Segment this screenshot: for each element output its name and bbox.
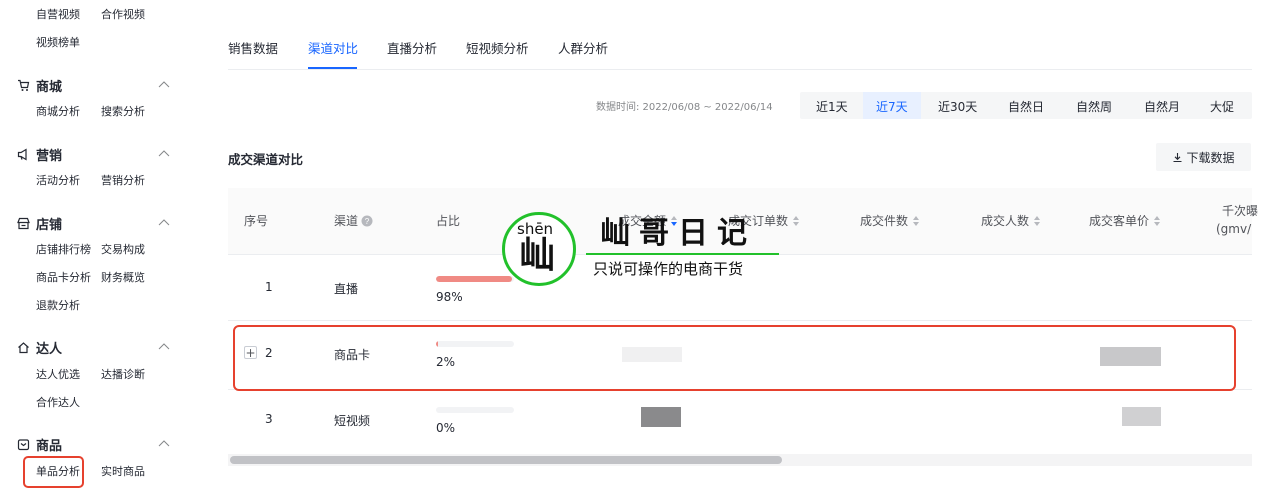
range-7-days[interactable]: 近7天	[876, 98, 908, 115]
sidebar-item-finance-overview[interactable]: 财务概览	[101, 271, 145, 285]
range-30-days[interactable]: 近30天	[938, 98, 977, 115]
sidebar-section-title: 达人	[36, 341, 63, 357]
tab-audience-analysis[interactable]: 人群分析	[558, 38, 608, 57]
range-promotion[interactable]: 大促	[1210, 98, 1234, 115]
tab-live-analysis[interactable]: 直播分析	[387, 38, 437, 57]
row-3-share: 0%	[436, 421, 456, 435]
row-3-channel: 短视频	[334, 414, 371, 428]
chevron-up-icon[interactable]	[158, 80, 170, 90]
sidebar-section-mall[interactable]: 商城	[17, 77, 63, 95]
watermark-title: 屾哥日记	[600, 216, 756, 251]
data-time-label: 数据时间: 2022/06/08 ~ 2022/06/14	[596, 102, 773, 113]
tab-channel-compare[interactable]: 渠道对比	[308, 38, 358, 57]
section-title: 成交渠道对比	[228, 152, 304, 167]
sidebar-item-self-video[interactable]: 自营视频	[36, 8, 80, 22]
watermark-underline	[586, 253, 779, 255]
chevron-up-icon[interactable]	[158, 342, 170, 352]
chevron-up-icon[interactable]	[158, 218, 170, 228]
horizontal-scrollbar-thumb[interactable]	[230, 456, 782, 464]
th-buyers[interactable]: 成交人数	[981, 212, 1041, 229]
row-3-index: 3	[265, 412, 273, 426]
chevron-up-icon[interactable]	[158, 149, 170, 159]
sidebar-item-search-analysis[interactable]: 搜索分析	[101, 105, 145, 119]
cart-icon	[17, 79, 30, 92]
sidebar: 自营视频 合作视频 视频榜单 商城 商城分析 搜索分析 营销 活动分析 营销分析…	[0, 0, 200, 494]
range-natural-week[interactable]: 自然周	[1076, 98, 1112, 115]
sort-icon	[913, 215, 920, 226]
download-data-button[interactable]: 下载数据	[1156, 143, 1251, 171]
sidebar-section-title: 商品	[36, 438, 63, 454]
row-1-share: 98%	[436, 290, 463, 304]
range-natural-month[interactable]: 自然月	[1144, 98, 1180, 115]
svg-text:?: ?	[365, 217, 370, 226]
sidebar-item-store-rank[interactable]: 店铺排行榜	[36, 243, 91, 257]
row-divider	[228, 320, 1252, 321]
sidebar-item-realtime-product[interactable]: 实时商品	[101, 465, 145, 479]
sidebar-item-live-diagnosis[interactable]: 达播诊断	[101, 368, 145, 382]
sidebar-section-title: 商城	[36, 79, 63, 95]
tab-short-video-analysis[interactable]: 短视频分析	[466, 38, 529, 57]
watermark-char: 屾	[519, 235, 556, 276]
sidebar-section-influencer[interactable]: 达人	[17, 339, 63, 357]
sidebar-item-coop-influencer[interactable]: 合作达人	[36, 396, 80, 410]
th-avg-price[interactable]: 成交客单价	[1089, 212, 1161, 229]
tab-sales-data[interactable]: 销售数据	[228, 38, 278, 57]
sidebar-section-marketing[interactable]: 营销	[17, 146, 63, 164]
sidebar-item-influencer-select[interactable]: 达人优选	[36, 368, 80, 382]
highlight-box-product-card-row	[233, 325, 1236, 391]
sort-icon	[1034, 215, 1041, 226]
th-share: 占比	[436, 214, 461, 228]
row-3-share-bar	[436, 407, 514, 413]
sidebar-item-marketing-analysis[interactable]: 营销分析	[101, 174, 145, 188]
sidebar-section-store[interactable]: 店铺	[17, 215, 63, 233]
megaphone-icon	[17, 147, 30, 161]
row-1-channel: 直播	[334, 282, 359, 296]
range-natural-day[interactable]: 自然日	[1008, 98, 1044, 115]
chevron-up-icon[interactable]	[158, 439, 170, 449]
download-label: 下载数据	[1186, 150, 1235, 165]
blurred-value	[641, 407, 681, 427]
download-icon	[1173, 152, 1182, 162]
home-icon	[17, 341, 30, 354]
highlight-box-single-product	[23, 456, 84, 488]
product-icon	[17, 438, 30, 451]
help-icon[interactable]: ?	[361, 215, 373, 227]
sidebar-item-activity-analysis[interactable]: 活动分析	[36, 174, 80, 188]
sidebar-item-refund-analysis[interactable]: 退款分析	[36, 299, 80, 313]
th-channel: 渠道 ?	[334, 212, 373, 229]
sort-icon	[793, 215, 800, 226]
store-icon	[17, 217, 30, 230]
sidebar-section-title: 店铺	[36, 217, 63, 233]
watermark-subtitle: 只说可操作的电商干货	[593, 260, 744, 278]
range-1-day[interactable]: 近1天	[816, 98, 848, 115]
blurred-value	[1122, 407, 1161, 426]
tabs-divider	[228, 69, 1252, 70]
sidebar-section-title: 营销	[36, 148, 63, 164]
active-tab-underline	[308, 67, 357, 69]
sidebar-section-product[interactable]: 商品	[17, 436, 63, 454]
sidebar-item-video-rank[interactable]: 视频榜单	[36, 36, 80, 50]
row-1-share-bar	[436, 276, 514, 282]
sidebar-item-coop-video[interactable]: 合作视频	[101, 8, 145, 22]
sidebar-item-mall-analysis[interactable]: 商城分析	[36, 105, 80, 119]
th-cpm: 千次曝	[1222, 204, 1259, 218]
th-index: 序号	[244, 214, 269, 228]
row-1-index: 1	[265, 280, 273, 294]
th-cpm-sub: (gmv/	[1216, 222, 1252, 236]
th-items[interactable]: 成交件数	[860, 212, 920, 229]
sort-icon	[1154, 215, 1161, 226]
row-1-share-fill	[436, 276, 513, 282]
sidebar-item-trade-structure[interactable]: 交易构成	[101, 243, 145, 257]
sidebar-item-product-card-analysis[interactable]: 商品卡分析	[36, 271, 91, 285]
